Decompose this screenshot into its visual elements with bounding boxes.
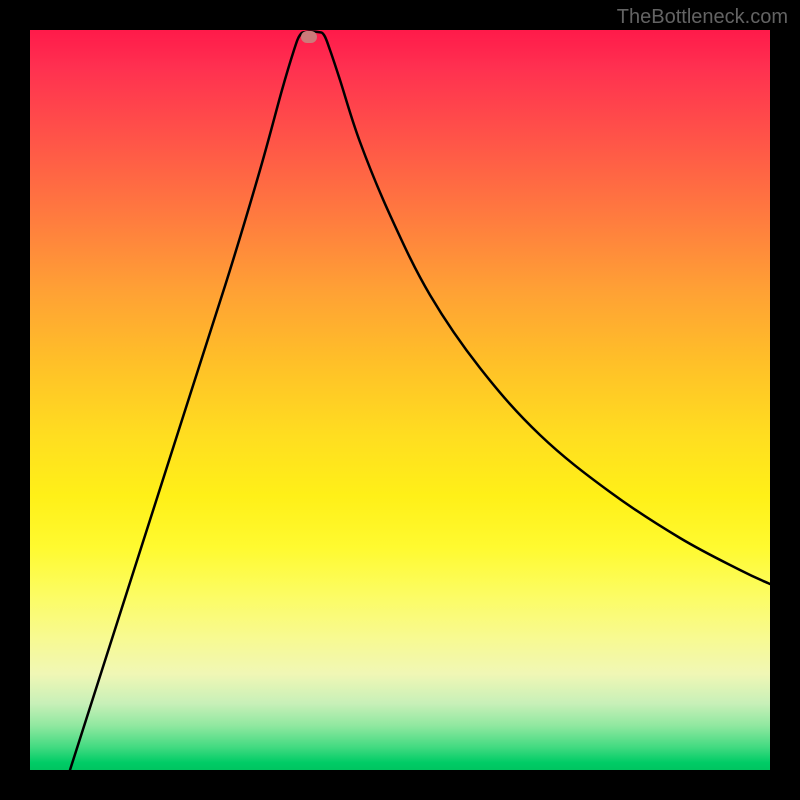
optimal-point-marker xyxy=(301,31,317,43)
watermark: TheBottleneck.com xyxy=(617,6,788,29)
bottleneck-curve xyxy=(70,32,770,770)
chart-container xyxy=(30,30,770,770)
curve-plot xyxy=(30,30,770,770)
